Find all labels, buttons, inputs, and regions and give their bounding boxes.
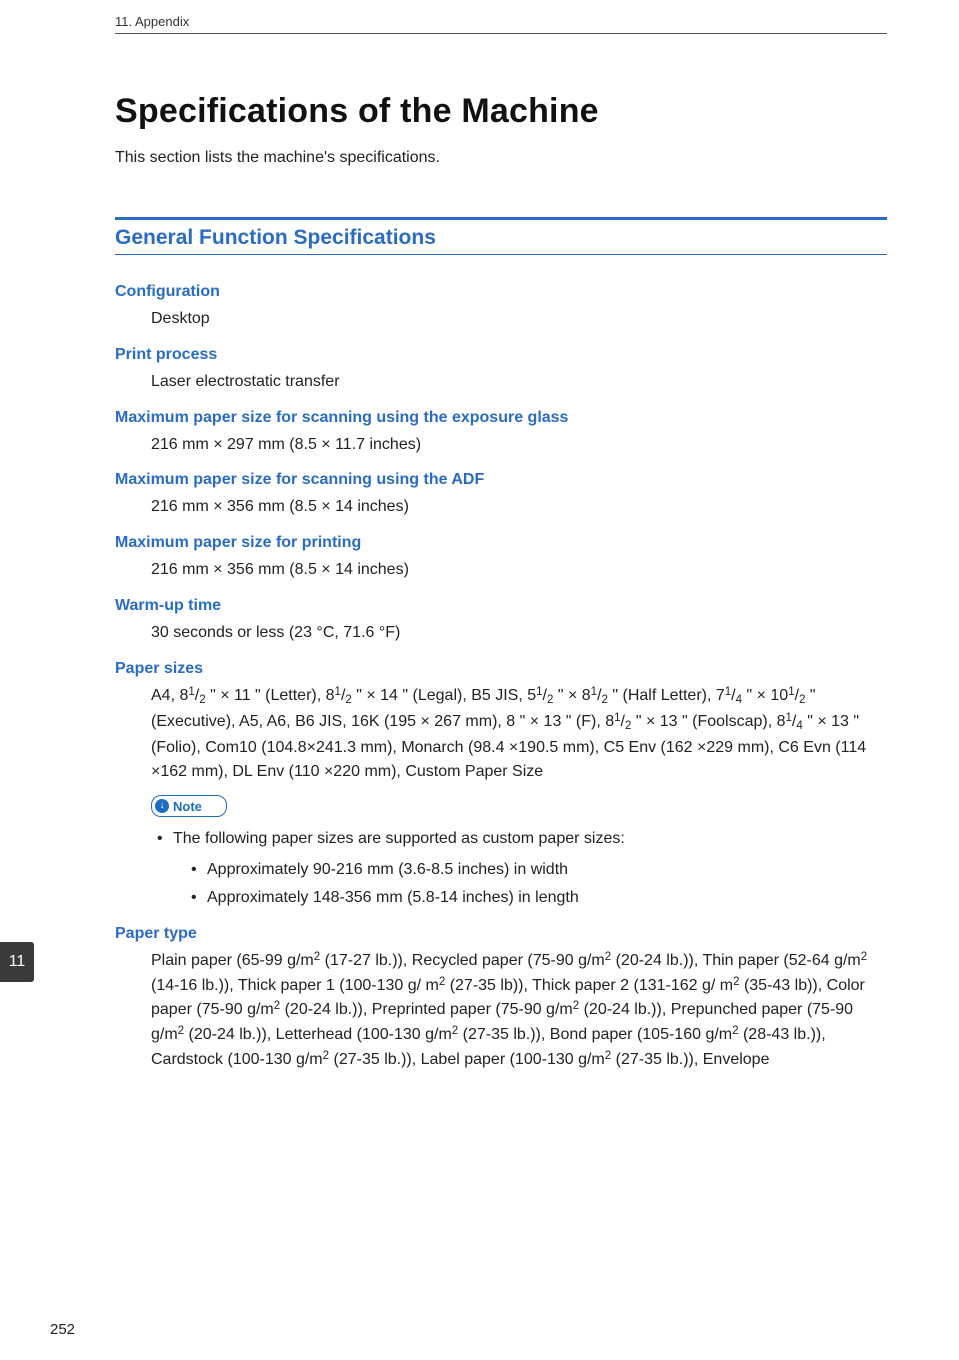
note-sub-item: Approximately 148-356 mm (5.8-14 inches)…: [207, 884, 887, 911]
spec-paper-sizes: Paper sizes A4, 81/2 " × 11 " (Letter), …: [115, 660, 887, 911]
spec-value: A4, 81/2 " × 11 " (Letter), 81/2 " × 14 …: [151, 684, 887, 785]
section-heading: General Function Specifications: [115, 226, 887, 250]
section-rule-top: [115, 217, 887, 220]
spec-configuration: Configuration Desktop: [115, 283, 887, 332]
note-intro-text: The following paper sizes are supported …: [173, 830, 625, 847]
spec-max-scan-adf: Maximum paper size for scanning using th…: [115, 471, 887, 520]
note-pill: ↓ Note: [151, 795, 227, 817]
spec-print-process: Print process Laser electrostatic transf…: [115, 346, 887, 395]
running-head: 11. Appendix: [115, 0, 887, 29]
spec-value: Desktop: [151, 307, 887, 332]
spec-label: Paper sizes: [115, 660, 887, 678]
note-sublist: Approximately 90-216 mm (3.6-8.5 inches)…: [173, 856, 887, 910]
spec-max-scan-glass: Maximum paper size for scanning using th…: [115, 409, 887, 458]
spec-value: Plain paper (65-99 g/m2 (17-27 lb.)), Re…: [151, 949, 887, 1073]
header-rule: [115, 33, 887, 34]
spec-value: 216 mm × 356 mm (8.5 × 14 inches): [151, 558, 887, 583]
spec-label: Paper type: [115, 925, 887, 943]
note-callout: ↓ Note The following paper sizes are sup…: [151, 795, 887, 911]
spec-value: 30 seconds or less (23 °C, 71.6 °F): [151, 621, 887, 646]
spec-label: Maximum paper size for scanning using th…: [115, 471, 887, 489]
spec-value: 216 mm × 297 mm (8.5 × 11.7 inches): [151, 433, 887, 458]
spec-warmup: Warm-up time 30 seconds or less (23 °C, …: [115, 597, 887, 646]
page-number: 252: [50, 1321, 75, 1338]
spec-label: Print process: [115, 346, 887, 364]
spec-label: Maximum paper size for scanning using th…: [115, 409, 887, 427]
document-page: 11. Appendix Specifications of the Machi…: [0, 0, 959, 1360]
spec-value: Laser electrostatic transfer: [151, 370, 887, 395]
spec-label: Maximum paper size for printing: [115, 534, 887, 552]
note-label: Note: [173, 799, 202, 814]
spec-value: 216 mm × 356 mm (8.5 × 14 inches): [151, 495, 887, 520]
note-list: The following paper sizes are supported …: [151, 825, 887, 911]
spec-max-print: Maximum paper size for printing 216 mm ×…: [115, 534, 887, 583]
spec-paper-type: Paper type Plain paper (65-99 g/m2 (17-2…: [115, 925, 887, 1073]
note-intro-item: The following paper sizes are supported …: [173, 825, 887, 911]
page-title: Specifications of the Machine: [115, 92, 887, 131]
down-arrow-icon: ↓: [155, 799, 169, 813]
section-rule-bottom: [115, 254, 887, 255]
spec-label: Configuration: [115, 283, 887, 301]
intro-paragraph: This section lists the machine's specifi…: [115, 149, 887, 167]
spec-label: Warm-up time: [115, 597, 887, 615]
note-sub-item: Approximately 90-216 mm (3.6-8.5 inches)…: [207, 856, 887, 883]
chapter-tab: 11: [0, 942, 34, 982]
